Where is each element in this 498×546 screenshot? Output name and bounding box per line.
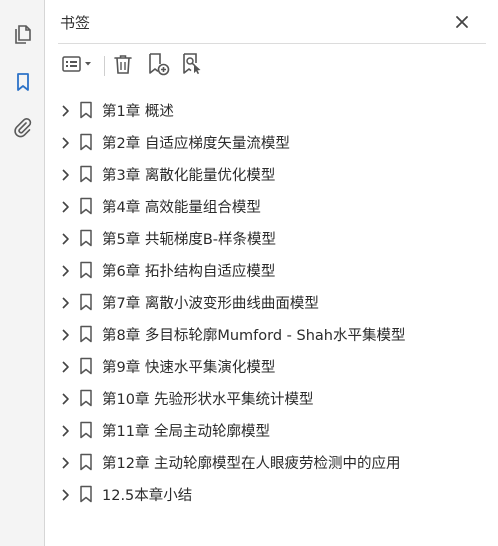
bookmark-label: 第8章 多目标轮廓Mumford - Shah水平集模型 [102,328,406,344]
attachments-button[interactable] [0,110,45,150]
bookmark-icon [78,229,94,247]
bookmark-icon [12,71,34,97]
bookmark-item[interactable]: 第4章 高效能量组合模型 [46,190,498,222]
new-bookmark-icon [146,52,170,80]
bookmark-icon [78,165,94,183]
bookmark-item[interactable]: 第6章 拓扑结构自适应模型 [46,254,498,286]
bookmark-icon [78,293,94,311]
header-divider [58,43,486,44]
bookmark-icon [78,357,94,375]
bookmark-icon [78,325,94,343]
bookmark-icon [78,453,94,471]
toolbar-separator [104,56,105,76]
close-panel-button[interactable] [451,12,473,34]
bookmark-label: 第3章 离散化能量优化模型 [102,168,276,184]
bookmark-label: 第11章 全局主动轮廓模型 [102,424,271,440]
attachment-icon [12,117,34,143]
bookmark-icon [78,101,94,119]
chevron-right-icon[interactable] [58,359,72,373]
bookmark-icon [78,133,94,151]
chevron-right-icon[interactable] [58,391,72,405]
chevron-right-icon[interactable] [58,295,72,309]
chevron-right-icon[interactable] [58,263,72,277]
bookmark-label: 第2章 自适应梯度矢量流模型 [102,136,290,152]
bookmark-label: 12.5本章小结 [102,488,193,504]
bookmark-item[interactable]: 第8章 多目标轮廓Mumford - Shah水平集模型 [46,318,498,350]
bookmark-item[interactable]: 第7章 离散小波变形曲线曲面模型 [46,286,498,318]
bookmark-item[interactable]: 第10章 先验形状水平集统计模型 [46,382,498,414]
panel-title: 书签 [60,14,91,32]
bookmark-label: 第10章 先验形状水平集统计模型 [102,392,314,408]
bookmark-item[interactable]: 第3章 离散化能量优化模型 [46,158,498,190]
bookmark-item[interactable]: 第12章 主动轮廓模型在人眼疲劳检测中的应用 [46,446,498,478]
bookmark-item[interactable]: 第1章 概述 [46,94,498,126]
chevron-right-icon[interactable] [58,167,72,181]
bookmarks-panel: 书签 第1章 概述 第2章 自适应梯度矢量流模型 第3章 离散化能量优化模型 第… [46,0,498,546]
bookmark-toolbar [46,48,498,84]
bookmarks-tab-button[interactable] [0,64,45,104]
find-bookmark-button[interactable] [178,52,206,80]
bookmark-item[interactable]: 第11章 全局主动轮廓模型 [46,414,498,446]
bookmark-icon [78,485,94,503]
chevron-right-icon[interactable] [58,487,72,501]
delete-bookmark-button[interactable] [110,52,136,80]
chevron-right-icon[interactable] [58,103,72,117]
bookmark-label: 第7章 离散小波变形曲线曲面模型 [102,296,319,312]
bookmark-icon [78,389,94,407]
chevron-right-icon[interactable] [58,327,72,341]
bookmark-label: 第12章 主动轮廓模型在人眼疲劳检测中的应用 [102,456,401,472]
navigation-rail [0,0,45,546]
bookmark-item[interactable]: 第2章 自适应梯度矢量流模型 [46,126,498,158]
bookmark-label: 第5章 共轭梯度B-样条模型 [102,232,277,248]
new-bookmark-button[interactable] [144,52,172,80]
panel-header: 书签 [46,0,498,44]
chevron-right-icon[interactable] [58,231,72,245]
close-icon [455,14,469,33]
find-bookmark-icon [180,52,204,80]
bookmark-item[interactable]: 12.5本章小结 [46,478,498,510]
chevron-right-icon[interactable] [58,423,72,437]
bookmark-label: 第4章 高效能量组合模型 [102,200,261,216]
bookmark-label: 第1章 概述 [102,104,174,120]
bookmark-item[interactable]: 第9章 快速水平集演化模型 [46,350,498,382]
bookmark-label: 第9章 快速水平集演化模型 [102,360,276,376]
chevron-right-icon[interactable] [58,135,72,149]
bookmark-label: 第6章 拓扑结构自适应模型 [102,264,276,280]
bookmark-icon [78,261,94,279]
chevron-right-icon[interactable] [58,199,72,213]
chevron-right-icon[interactable] [58,455,72,469]
pages-icon [12,23,34,49]
options-menu-button[interactable] [58,52,98,80]
bookmark-item[interactable]: 第5章 共轭梯度B-样条模型 [46,222,498,254]
page-thumbnails-button[interactable] [0,16,45,56]
bookmark-icon [78,421,94,439]
list-options-icon [61,54,95,78]
trash-icon [112,53,134,79]
bookmark-icon [78,197,94,215]
